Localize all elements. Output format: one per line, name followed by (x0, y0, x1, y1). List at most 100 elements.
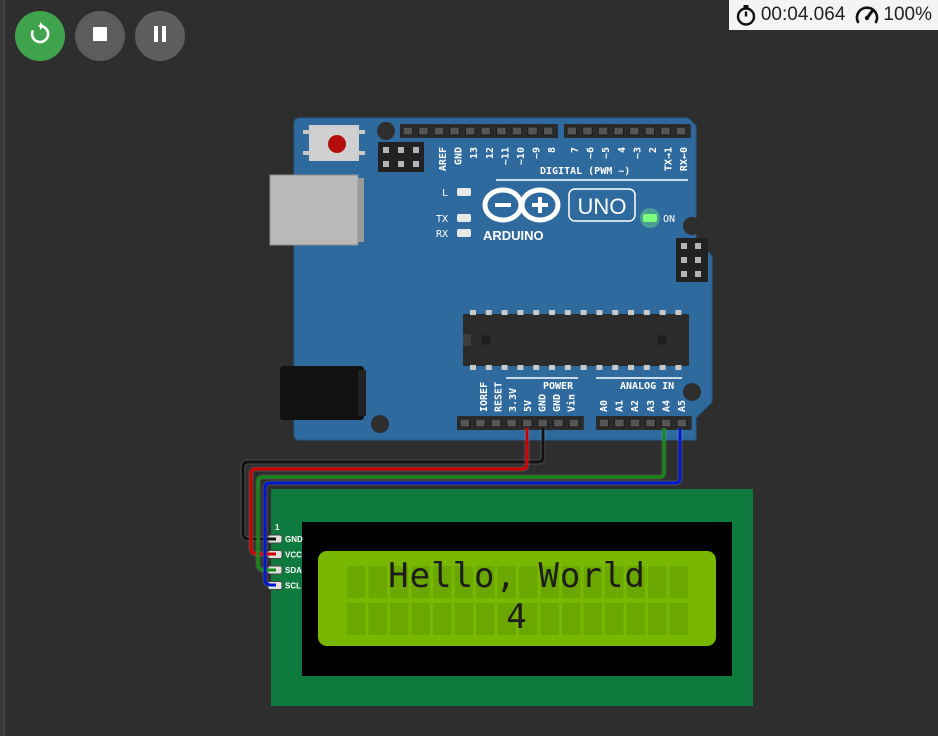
digital-pin[interactable] (675, 126, 687, 136)
analog-header[interactable] (596, 416, 692, 430)
digital-pin-label: ~6 (586, 147, 597, 159)
mounting-hole (683, 383, 701, 401)
digital-pin[interactable] (433, 126, 445, 136)
power-header-label: POWER (543, 381, 574, 392)
power-pin[interactable] (537, 418, 549, 428)
atmega-chip (463, 310, 689, 370)
led-l (457, 188, 471, 196)
digital-pin-label: 2 (648, 147, 659, 153)
digital-pin[interactable] (613, 126, 624, 136)
mounting-hole (377, 122, 395, 140)
restart-icon (27, 21, 53, 52)
mounting-hole (371, 415, 389, 433)
arduino-uno-board[interactable]: AREF GND 13 12 ~11 ~10 ~9 8 7 ~6 ~5 4 ~3 2 TX→1 RX←0 IO… (269, 117, 713, 441)
arduino-brand-label: ARDUINO (483, 228, 544, 243)
power-pin-label: IOREF (479, 382, 490, 412)
analog-pin-label: A2 (630, 400, 641, 412)
power-pin-label: Vin (566, 394, 578, 412)
analog-pin-label: A4 (661, 400, 672, 412)
restart-simulation-button[interactable] (15, 11, 65, 61)
pause-icon (152, 25, 168, 48)
digital-pin-label: 8 (547, 147, 558, 153)
led-rx-label: RX (436, 229, 448, 240)
power-pin[interactable] (553, 418, 564, 428)
digital-pin[interactable] (418, 126, 429, 136)
led-tx (457, 214, 471, 222)
power-pin-label: 3.3V (508, 388, 519, 412)
power-pin-label: RESET (494, 382, 505, 412)
uno-model-label: UNO (578, 194, 627, 219)
analog-pin[interactable] (676, 418, 688, 428)
power-pin[interactable] (490, 418, 502, 428)
digital-pin-label: ~5 (601, 147, 612, 159)
digital-pin[interactable] (542, 126, 554, 136)
power-pin-label: GND (552, 394, 563, 412)
stop-simulation-button[interactable] (75, 11, 125, 61)
power-pin-label: GND (537, 394, 548, 412)
digital-pin-label: GND (454, 147, 465, 165)
simulation-speed: 100% (883, 4, 932, 25)
digital-pin[interactable] (480, 126, 492, 136)
analog-pin[interactable] (614, 418, 625, 428)
digital-pin-label: RX←0 (679, 147, 690, 171)
led-tx-label: TX (436, 214, 448, 225)
analog-pin[interactable] (598, 418, 610, 428)
digital-pin-label: 7 (570, 147, 581, 153)
analog-pin-label: A0 (599, 400, 610, 412)
analog-pin-label: A1 (615, 400, 626, 412)
icsp-header-right (676, 238, 708, 282)
power-pin-label: 5V (523, 400, 534, 412)
power-pin[interactable] (459, 418, 471, 428)
digital-pin[interactable] (644, 126, 656, 136)
analog-header-label: ANALOG IN (620, 381, 674, 392)
digital-pin[interactable] (582, 126, 593, 136)
simulation-status: 00:04.064 100% (728, 0, 938, 30)
digital-pin[interactable] (597, 126, 609, 136)
power-pin[interactable] (568, 418, 580, 428)
stop-icon (92, 26, 108, 47)
lcd-pin-label: SDA (285, 566, 302, 575)
digital-pin-label: 4 (617, 147, 628, 153)
digital-header-right[interactable] (564, 124, 691, 138)
digital-pin-label: 12 (485, 147, 496, 159)
usb-port (269, 174, 359, 246)
digital-pin[interactable] (566, 126, 578, 136)
simulation-timer: 00:04.064 (760, 4, 846, 25)
lcd-line-1: Hello, World (388, 556, 646, 596)
digital-pin[interactable] (464, 126, 476, 136)
power-pin[interactable] (506, 418, 517, 428)
digital-pin[interactable] (628, 126, 640, 136)
analog-pin[interactable] (645, 418, 656, 428)
digital-pin-label: 13 (469, 147, 480, 159)
digital-pin-label: ~10 (516, 147, 527, 165)
speedometer-icon (855, 4, 879, 26)
icsp-header (378, 142, 424, 172)
digital-pin[interactable] (527, 126, 538, 136)
stopwatch-icon (735, 4, 757, 26)
mounting-hole (683, 217, 701, 235)
digital-pin[interactable] (402, 126, 414, 136)
on-led (643, 214, 657, 222)
digital-header-left[interactable] (400, 124, 558, 138)
power-pin[interactable] (521, 418, 533, 428)
lcd-pin-label: GND (285, 535, 303, 544)
digital-pin[interactable] (496, 126, 507, 136)
digital-pin-label: ~3 (632, 147, 643, 159)
power-jack (280, 366, 364, 420)
digital-pin-label: ~9 (532, 147, 543, 159)
analog-pin-label: A5 (677, 400, 688, 412)
power-header[interactable] (457, 416, 584, 430)
digital-pin-label: AREF (438, 147, 449, 171)
reset-button[interactable] (303, 125, 365, 161)
analog-pin-label: A3 (646, 400, 657, 412)
analog-pin[interactable] (629, 418, 641, 428)
analog-pin[interactable] (660, 418, 672, 428)
digital-pin[interactable] (511, 126, 523, 136)
lcd-pin-label: SCL (285, 582, 301, 591)
pause-simulation-button[interactable] (135, 11, 185, 61)
power-pin[interactable] (475, 418, 486, 428)
digital-header-label: DIGITAL (PWM ~) (540, 166, 630, 177)
digital-pin[interactable] (449, 126, 460, 136)
led-rx (457, 229, 471, 237)
digital-pin[interactable] (660, 126, 671, 136)
